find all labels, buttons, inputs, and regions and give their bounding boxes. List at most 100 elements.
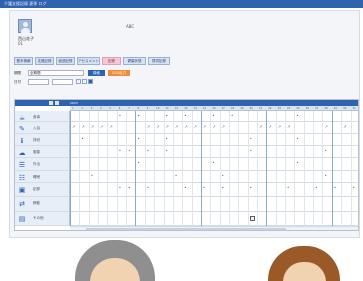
record-marker[interactable]: • [91,174,93,178]
record-marker[interactable]: • [296,161,298,165]
prev-button[interactable]: ‹ [76,79,81,84]
grid-line [238,212,240,226]
tab-health-status[interactable]: 健康状態 [123,57,146,65]
record-marker[interactable]: ↗ [278,125,281,129]
grid-line [266,158,268,171]
grid-line [88,171,90,183]
record-marker[interactable]: ↗ [268,125,271,129]
record-marker[interactable]: • [147,186,149,190]
date-from-input[interactable] [28,79,49,85]
record-marker[interactable]: • [119,186,121,190]
grid-line [200,111,202,122]
record-marker[interactable]: • [231,114,233,118]
horizontal-scrollbar[interactable] [70,226,358,230]
tab-record[interactable]: 記録 [102,57,121,65]
record-marker[interactable]: • [334,186,336,190]
record-marker[interactable]: ↗ [343,125,346,129]
record-marker[interactable]: • [137,114,139,118]
record-marker[interactable]: ↗ [100,125,103,129]
checkbox[interactable] [249,216,255,221]
grid-line [182,171,184,183]
date-to-input[interactable] [52,79,73,85]
record-marker[interactable]: • [166,149,168,153]
grid-line [294,197,296,212]
record-marker[interactable]: • [128,149,130,153]
record-marker[interactable]: • [137,161,139,165]
record-marker[interactable]: • [203,186,205,190]
record-marker[interactable]: ↗ [194,125,197,129]
tab-assessment[interactable]: アセスメント [77,57,100,65]
grid-line [191,171,193,183]
grid-line [88,158,90,171]
record-marker[interactable]: • [119,114,121,118]
record-marker[interactable]: • [315,186,317,190]
record-marker[interactable]: • [147,149,149,153]
record-marker[interactable]: • [184,114,186,118]
record-marker[interactable]: ↗ [259,125,262,129]
record-marker[interactable]: • [250,186,252,190]
record-marker[interactable]: ↗ [222,125,225,129]
tab-basic-info[interactable]: 基本情報 [14,57,33,65]
record-marker[interactable]: ↗ [91,125,94,129]
record-marker[interactable]: • [296,137,298,141]
grid-line [275,183,277,197]
next-button[interactable]: › [82,79,87,84]
record-marker[interactable]: • [128,186,130,190]
record-marker[interactable]: ↗ [212,125,215,129]
calendar-button[interactable] [88,79,93,84]
record-marker[interactable]: • [353,186,355,190]
next-month-icon[interactable] [55,101,59,105]
grid-line [135,183,137,197]
grid-line [294,122,296,134]
record-marker[interactable]: ↗ [156,125,159,129]
prev-month-icon[interactable] [49,101,53,105]
record-marker[interactable]: • [222,174,224,178]
tab-support-record[interactable]: 支援記録 [35,57,54,65]
search-button[interactable]: 検索 [88,70,105,76]
grid-line [144,111,146,122]
record-marker[interactable]: ↗ [109,125,112,129]
record-marker[interactable]: • [250,137,252,141]
record-marker[interactable]: ↗ [287,125,290,129]
scroll-thumb[interactable] [86,228,286,230]
record-marker[interactable]: • [296,114,298,118]
record-marker[interactable]: • [184,186,186,190]
record-marker[interactable]: • [137,137,139,141]
period-select[interactable]: 全期間 [28,70,84,76]
record-marker[interactable]: ↗ [184,125,187,129]
record-marker[interactable]: ↗ [203,125,206,129]
grid-line [285,158,287,171]
grid-line [200,197,202,212]
record-marker[interactable]: • [212,114,214,118]
grid-line [107,146,109,158]
record-marker[interactable]: • [175,174,177,178]
record-marker[interactable]: • [166,137,168,141]
record-marker[interactable]: • [250,149,252,153]
row-body: • • • • • • • • • • • [70,183,358,197]
record-marker[interactable]: • [222,186,224,190]
grid-line [191,146,193,158]
record-marker[interactable]: • [81,137,83,141]
record-marker[interactable]: ↗ [175,125,178,129]
grid-line [313,134,315,146]
grid-line [322,183,324,197]
grid-line [200,122,202,134]
record-marker[interactable]: • [119,149,121,153]
record-marker[interactable]: • [324,149,326,153]
record-marker[interactable]: • [166,114,168,118]
tab-progress-record[interactable]: 経過記録 [56,57,75,65]
record-marker[interactable]: ↗ [147,125,150,129]
grid-line [172,146,174,158]
csv-export-button[interactable]: CSV出力 [108,70,130,76]
record-marker[interactable]: ↗ [324,125,327,129]
record-marker[interactable]: ↗ [166,125,169,129]
record-marker[interactable]: ↗ [81,125,84,129]
grid-line [228,158,230,171]
tab-service-record[interactable]: 提供記録 [148,57,170,65]
grid-line [144,158,146,171]
grid-line [210,212,212,226]
record-marker[interactable]: ↗ [72,125,75,129]
record-marker[interactable]: • [324,174,326,178]
record-marker[interactable]: • [212,161,214,165]
record-marker[interactable]: • [287,186,289,190]
